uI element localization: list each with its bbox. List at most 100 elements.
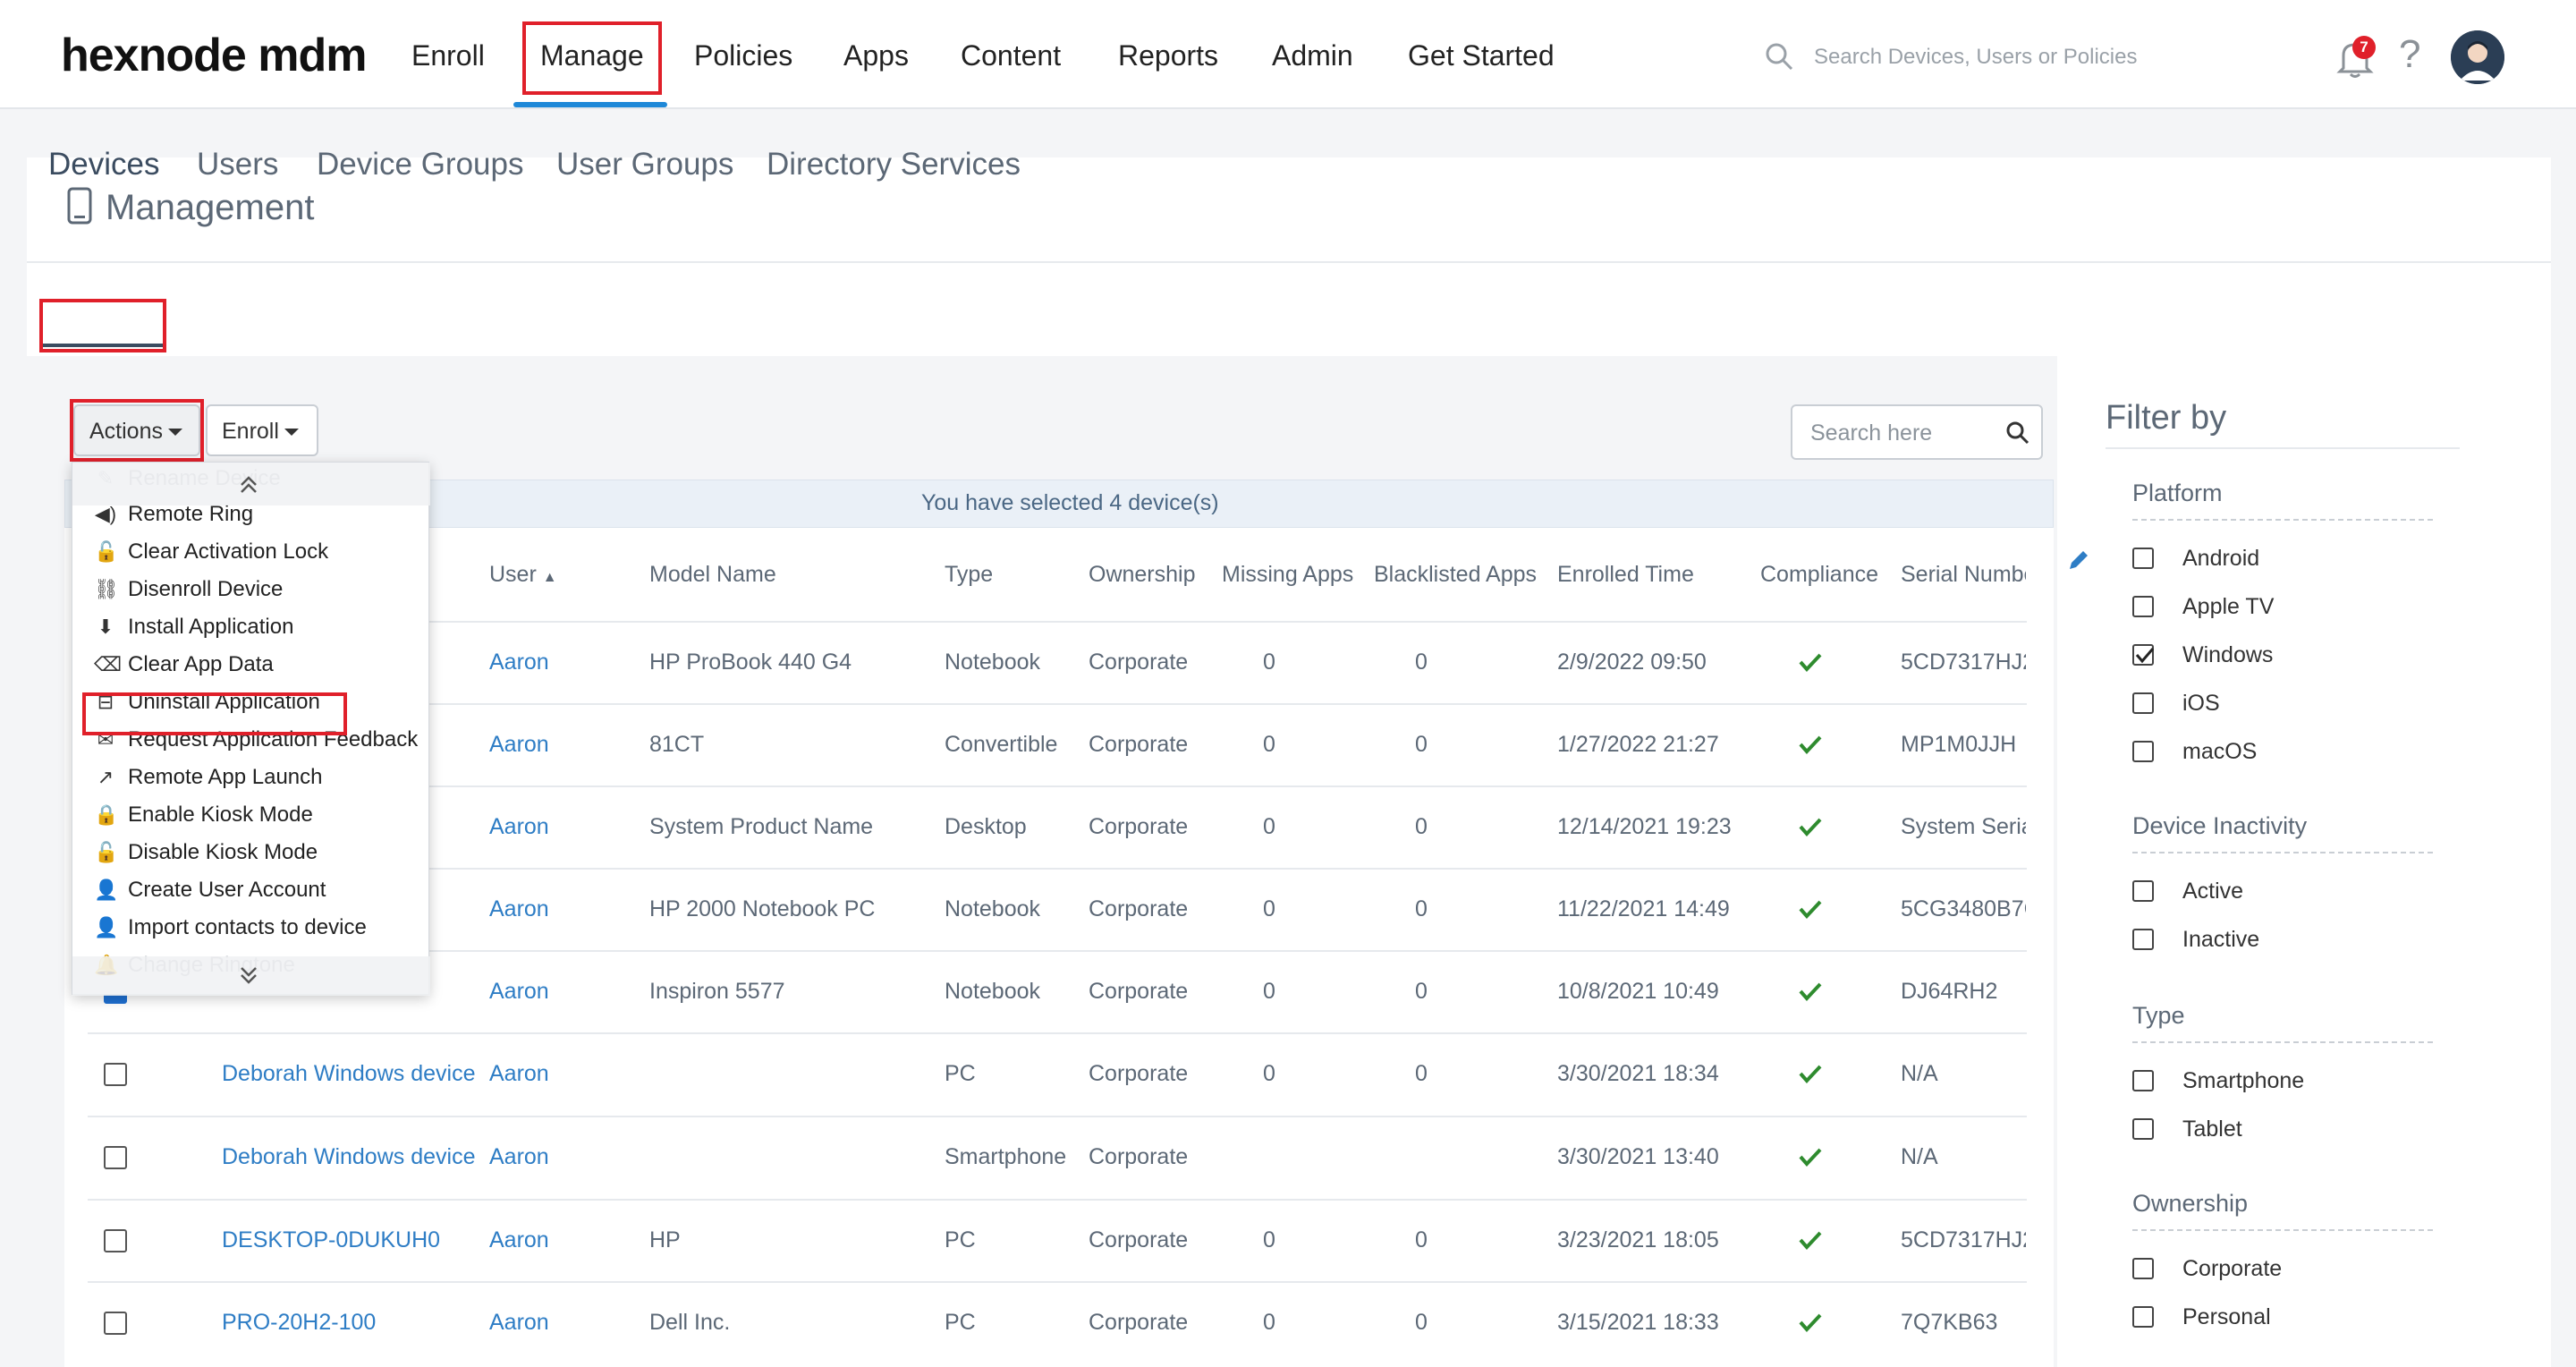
serial-number: MP1M0JJH: [1901, 732, 2017, 757]
filter-option-label[interactable]: Apple TV: [2182, 594, 2274, 620]
filter-option-label[interactable]: Corporate: [2182, 1256, 2282, 1282]
dropdown-scroll-down[interactable]: [72, 956, 430, 996]
dropdown-item-remote-app-launch[interactable]: ↗ Remote App Launch: [94, 765, 323, 801]
missing-apps-count: 0: [1263, 650, 1275, 675]
filter-option-label[interactable]: Active: [2182, 879, 2243, 904]
nav-get-started[interactable]: Get Started: [1408, 39, 1555, 72]
dropdown-item-remote-ring[interactable]: ◀) Remote Ring: [94, 502, 253, 538]
user-avatar[interactable]: [2451, 30, 2504, 84]
column-header-model[interactable]: Model Name: [649, 562, 776, 588]
tab-directory-services[interactable]: Directory Services: [767, 147, 1021, 183]
column-header-blacklisted-apps[interactable]: Blacklisted Apps: [1374, 562, 1537, 588]
model-name: 81CT: [649, 732, 705, 757]
filter-option-label[interactable]: Tablet: [2182, 1117, 2242, 1142]
nav-content[interactable]: Content: [961, 39, 1061, 72]
filter-checkbox-inactive[interactable]: [2132, 929, 2154, 950]
global-search-input[interactable]: Search Devices, Users or Policies: [1814, 45, 2137, 70]
filter-checkbox-android[interactable]: [2132, 548, 2154, 569]
device-type: Convertible: [945, 732, 1058, 757]
filter-checkbox-macos[interactable]: [2132, 741, 2154, 762]
search-icon[interactable]: [2005, 420, 2030, 446]
user-link[interactable]: Aaron: [489, 896, 549, 922]
user-link[interactable]: Aaron: [489, 650, 549, 675]
filter-checkbox-smartphone[interactable]: [2132, 1070, 2154, 1091]
filter-checkbox-active[interactable]: [2132, 880, 2154, 902]
filter-section-platform: Platform: [2132, 480, 2223, 506]
compliant-check-icon: [1799, 1065, 1822, 1083]
user-link[interactable]: Aaron: [489, 979, 549, 1005]
compliant-check-icon: [1799, 1231, 1822, 1250]
user-link[interactable]: Aaron: [489, 732, 549, 758]
row-checkbox[interactable]: [104, 1312, 127, 1335]
nav-policies[interactable]: Policies: [694, 39, 792, 72]
device-search-input[interactable]: Search here: [1791, 404, 2043, 460]
dropdown-item-enable-kiosk-mode[interactable]: 🔒 Enable Kiosk Mode: [94, 802, 313, 838]
user-link[interactable]: Aaron: [489, 1061, 549, 1087]
device-type: Notebook: [945, 896, 1041, 921]
dropdown-item-import-contacts-to-device[interactable]: 👤 Import contacts to device: [94, 915, 367, 951]
actions-highlight-box: [70, 399, 204, 462]
help-icon[interactable]: ?: [2399, 32, 2420, 77]
filter-checkbox-personal[interactable]: [2132, 1306, 2154, 1328]
filter-checkbox-corporate[interactable]: [2132, 1258, 2154, 1279]
filter-option-label[interactable]: Windows: [2182, 642, 2273, 668]
nav-enroll[interactable]: Enroll: [411, 39, 485, 72]
column-header-user[interactable]: User ▲: [489, 562, 557, 588]
filter-option-label[interactable]: Personal: [2182, 1304, 2271, 1330]
filter-option-label[interactable]: Android: [2182, 546, 2259, 572]
filter-option-label[interactable]: Inactive: [2182, 927, 2259, 953]
row-checkbox[interactable]: [104, 1146, 127, 1169]
dropdown-item-disenroll-device[interactable]: ⛓ Disenroll Device: [94, 577, 283, 613]
row-checkbox[interactable]: [104, 1229, 127, 1252]
filter-option-label[interactable]: Smartphone: [2182, 1068, 2304, 1094]
dropdown-item-label: Disable Kiosk Mode: [128, 840, 318, 864]
filter-option-label[interactable]: macOS: [2182, 739, 2257, 765]
enrolled-time: 3/30/2021 13:40: [1557, 1144, 1719, 1169]
tab-user-groups[interactable]: User Groups: [556, 147, 733, 183]
dropdown-item-create-user-account[interactable]: 👤 Create User Account: [94, 878, 326, 913]
dropdown-item-label: Remote App Launch: [128, 765, 323, 789]
tab-users[interactable]: Users: [197, 147, 278, 183]
search-icon[interactable]: [1764, 41, 1794, 72]
dropdown-item-install-application[interactable]: ⬇ Install Application: [94, 615, 294, 650]
dropdown-item-clear-activation-lock[interactable]: 🔓 Clear Activation Lock: [94, 539, 328, 575]
nav-admin[interactable]: Admin: [1272, 39, 1353, 72]
ownership: Corporate: [1089, 732, 1189, 757]
nav-apps[interactable]: Apps: [843, 39, 909, 72]
ownership: Corporate: [1089, 1144, 1189, 1169]
filter-checkbox-ios[interactable]: [2132, 692, 2154, 714]
nav-reports[interactable]: Reports: [1118, 39, 1218, 72]
device-name-link[interactable]: DESKTOP-0DUKUH0: [222, 1227, 440, 1253]
column-header-ownership[interactable]: Ownership: [1089, 562, 1196, 588]
filter-checkbox-apple-tv[interactable]: [2132, 596, 2154, 617]
filter-option-label[interactable]: iOS: [2182, 691, 2220, 717]
device-name-link[interactable]: Deborah Windows device: [222, 1061, 475, 1087]
device-name-link[interactable]: Deborah Windows device: [222, 1144, 475, 1170]
serial-number: 7Q7KB63: [1901, 1310, 1998, 1335]
user-link[interactable]: Aaron: [489, 1227, 549, 1253]
filter-checkbox-windows[interactable]: [2132, 644, 2155, 666]
hexnode-logo[interactable]: hexnode mdm: [61, 29, 367, 82]
edit-columns-icon[interactable]: [2066, 548, 2091, 573]
row-checkbox[interactable]: [104, 1063, 127, 1086]
dropdown-scroll-up[interactable]: [72, 463, 430, 505]
tab-device-groups[interactable]: Device Groups: [317, 147, 523, 183]
tab-devices[interactable]: Devices: [48, 147, 159, 183]
blacklisted-apps-count: 0: [1415, 896, 1428, 921]
filter-checkbox-tablet[interactable]: [2132, 1118, 2154, 1140]
enroll-button[interactable]: Enroll: [206, 404, 318, 456]
dropdown-item-label: Enable Kiosk Mode: [128, 802, 313, 827]
column-header-compliance[interactable]: Compliance: [1760, 562, 1878, 588]
user-link[interactable]: Aaron: [489, 1144, 549, 1170]
user-link[interactable]: Aaron: [489, 814, 549, 840]
column-header-type[interactable]: Type: [945, 562, 993, 588]
user-link[interactable]: Aaron: [489, 1310, 549, 1336]
device-name-link[interactable]: PRO-20H2-100: [222, 1310, 376, 1336]
device-type: Notebook: [945, 650, 1041, 675]
column-header-serial-number[interactable]: Serial Numbe: [1901, 562, 2026, 588]
column-header-missing-apps[interactable]: Missing Apps: [1222, 562, 1353, 588]
column-header-enrolled-time[interactable]: Enrolled Time: [1557, 562, 1694, 588]
dropdown-item-disable-kiosk-mode[interactable]: 🔓 Disable Kiosk Mode: [94, 840, 318, 876]
dropdown-item-clear-app-data[interactable]: ⌫ Clear App Data: [94, 652, 274, 688]
ownership: Corporate: [1089, 1310, 1189, 1335]
